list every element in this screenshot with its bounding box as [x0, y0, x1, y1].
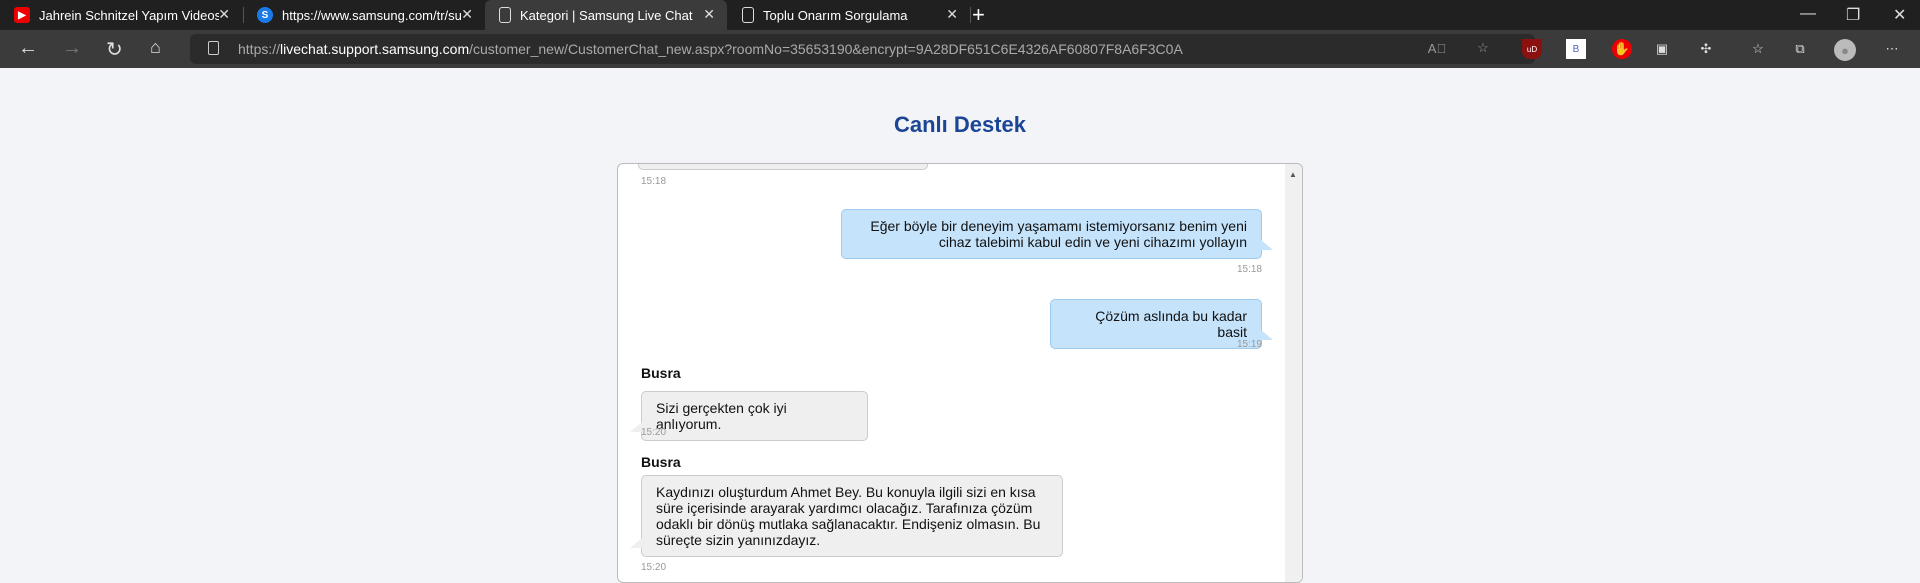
url-host: livechat.support.samsung.com	[280, 41, 470, 57]
restore-button[interactable]: ❐	[1846, 5, 1860, 25]
forward-icon[interactable]: →	[62, 37, 82, 60]
page-title: Canlı Destek	[893, 112, 1027, 137]
close-tab-icon[interactable]: ✕	[946, 6, 958, 23]
add-favorite-icon[interactable]: ☆	[1473, 38, 1493, 58]
collections-icon[interactable]: ⧉	[1790, 39, 1810, 59]
favorites-icon[interactable]: ☆	[1748, 39, 1768, 59]
agent-message-bubble: Kaydınızı oluşturdum Ahmet Bey. Bu konuy…	[630, 475, 1063, 557]
tab-title: https://www.samsung.com/tr/sup	[282, 7, 462, 23]
message-time: 15:20	[641, 562, 667, 573]
back-icon[interactable]: ←	[18, 37, 38, 60]
more-menu-icon[interactable]: ⋯	[1882, 39, 1902, 59]
samsung-icon: S	[257, 7, 273, 23]
extensions-puzzle-icon[interactable]: ✣	[1696, 39, 1716, 59]
ublock-extension-icon[interactable]: uD	[1522, 39, 1542, 59]
tab-samsung-support[interactable]: Shttps://www.samsung.com/tr/sup ✕	[243, 0, 485, 30]
url-scheme: https://	[238, 41, 281, 57]
youtube-icon: ▶	[14, 7, 30, 23]
ublock-label: uD	[1526, 44, 1538, 54]
home-icon[interactable]: ⌂	[150, 37, 161, 58]
url-path: /customer_new/CustomerChat_new.aspx?room…	[469, 41, 1183, 57]
tab-title: Toplu Onarım Sorgulama	[763, 7, 908, 23]
tab-live-chat[interactable]: Kategori | Samsung Live Chat ✕	[485, 0, 727, 30]
tab-title: Kategori | Samsung Live Chat	[520, 7, 693, 23]
message-time: 15:19	[1236, 339, 1262, 350]
close-tab-icon[interactable]: ✕	[218, 6, 230, 23]
message-time: 15:18	[1236, 264, 1262, 275]
tab-youtube[interactable]: ▶ Jahrein Schnitzel Yapım Videosu ✕	[0, 0, 242, 30]
agent-name: Busra	[641, 365, 681, 381]
tab-title: Jahrein Schnitzel Yapım Videosu	[39, 7, 219, 23]
profile-avatar-icon[interactable]: ●	[1834, 39, 1856, 61]
page-icon	[499, 7, 511, 23]
close-window-button[interactable]: ✕	[1893, 5, 1906, 25]
chat-panel[interactable]: 15:18 Eğer böyle bir deneyim yaşamamı is…	[617, 163, 1303, 583]
read-aloud-icon[interactable]: A᪲	[1427, 38, 1447, 58]
agent-message-bubble	[638, 164, 928, 170]
lock-icon	[208, 41, 219, 55]
b-extension-label: B	[1572, 43, 1580, 55]
b-extension-icon[interactable]: B	[1566, 39, 1586, 59]
agent-message-bubble: Sizi gerçekten çok iyi anlıyorum.	[630, 391, 868, 441]
close-tab-icon[interactable]: ✕	[703, 6, 715, 23]
refresh-icon[interactable]: ↻	[106, 37, 123, 62]
user-message-bubble: Çözüm aslında bu kadar basit	[1050, 299, 1273, 349]
minimize-button[interactable]: —	[1800, 5, 1816, 23]
message-time: 15:18	[641, 176, 667, 187]
new-tab-button[interactable]: +	[972, 2, 985, 28]
user-message-bubble: Eğer böyle bir deneyim yaşamamı istemiyo…	[841, 209, 1273, 259]
tab-bar: ▶ Jahrein Schnitzel Yapım Videosu ✕ Shttps…	[0, 0, 1920, 30]
tab-toplu-onarim[interactable]: Toplu Onarım Sorgulama ✕	[728, 0, 970, 30]
agent-name: Busra	[641, 454, 681, 470]
address-toolbar: ← → ↻ ⌂ https://livechat.support.samsung…	[0, 30, 1920, 68]
message-time: 15:20	[641, 427, 667, 438]
address-bar[interactable]: https://livechat.support.samsung.com/cus…	[190, 34, 1535, 64]
close-tab-icon[interactable]: ✕	[461, 6, 473, 23]
scroll-up-arrow-icon[interactable]: ▲	[1289, 170, 1297, 179]
tab-divider	[970, 7, 971, 23]
page-icon	[742, 7, 754, 23]
adblock-hand-icon[interactable]: ✋	[1612, 39, 1632, 59]
chat-scrollbar[interactable]: ▲	[1285, 164, 1302, 582]
screenshot-extension-icon[interactable]: ▣	[1652, 39, 1672, 59]
